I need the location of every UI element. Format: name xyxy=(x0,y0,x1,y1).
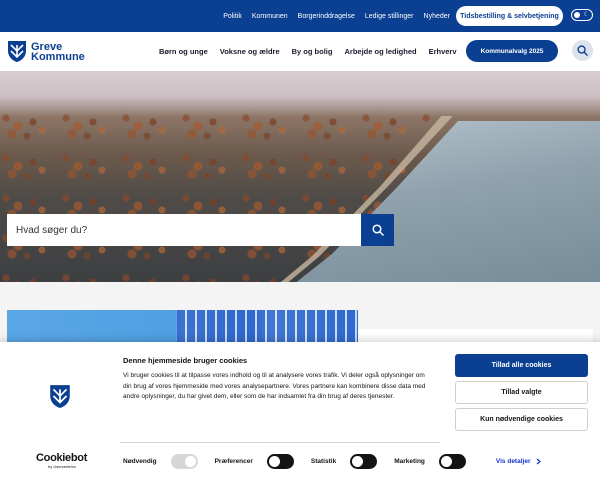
toggle-knob xyxy=(352,455,364,467)
nav-item-voksne-og-aeldre[interactable]: Voksne og ældre xyxy=(220,47,280,56)
kommunalvalg-button[interactable]: Kommunalvalg 2025 xyxy=(466,40,558,62)
toggle-label-marketing: Marketing xyxy=(394,457,425,465)
nav-item-arbejde-og-ledighed[interactable]: Arbejde og ledighed xyxy=(344,47,416,56)
necessary-cookies-only-button[interactable]: Kun nødvendige cookies xyxy=(455,408,588,431)
cookiebot-wordmark: Cookiebot xyxy=(36,452,88,464)
main-nav: Børn og unge Voksne og ældre By og bolig… xyxy=(159,32,457,71)
nav-item-by-og-bolig[interactable]: By og bolig xyxy=(292,47,333,56)
logo-line-1: Greve xyxy=(31,40,63,53)
toggle-knob xyxy=(440,455,452,467)
moon-icon: ☾ xyxy=(583,12,589,18)
hero-banner xyxy=(0,71,600,282)
utility-bar: Politik Kommunen Borgerinddragelse Ledig… xyxy=(0,0,600,32)
cookie-category-toggles: Nødvendig Præferencer Statistik Marketin… xyxy=(123,453,542,469)
utility-link-borgerinddragelse[interactable]: Borgerinddragelse xyxy=(298,13,355,20)
hero-search-submit-button[interactable] xyxy=(361,214,394,246)
toggle-label-necessary: Nødvendig xyxy=(123,457,157,465)
cookie-description: Vi bruger cookies til at tilpasse vores … xyxy=(123,372,426,400)
nav-item-erhverv[interactable]: Erhverv xyxy=(429,47,457,56)
allow-selected-cookies-button[interactable]: Tillad valgte xyxy=(455,381,588,404)
hero-search-field xyxy=(7,214,361,246)
logo-wordmark: Greve Kommune xyxy=(31,40,85,63)
utility-links: Politik Kommunen Borgerinddragelse Ledig… xyxy=(223,0,450,32)
cookie-title: Denne hjemmeside bruger cookies xyxy=(123,356,248,365)
toggle-knob xyxy=(268,455,280,467)
show-details-label: Vis detaljer xyxy=(495,457,531,465)
self-service-button[interactable]: Tidsbestilling & selvbetjening xyxy=(456,6,563,26)
cookie-divider xyxy=(120,442,440,443)
search-icon xyxy=(577,45,588,56)
search-icon xyxy=(371,224,384,236)
utility-link-nyheder[interactable]: Nyheder xyxy=(424,13,450,20)
cookiebot-logo: Cookiebot by Usercentrics xyxy=(36,452,88,470)
necessary-toggle xyxy=(170,453,198,469)
nav-item-born-og-unge[interactable]: Børn og unge xyxy=(159,47,208,56)
preferences-toggle[interactable] xyxy=(266,453,294,469)
main-header: Greve Kommune Børn og unge Voksne og æld… xyxy=(0,32,600,71)
header-search-button[interactable] xyxy=(572,40,593,61)
toggle-knob xyxy=(574,12,580,18)
utility-link-kommunen[interactable]: Kommunen xyxy=(252,13,288,20)
toggle-knob xyxy=(184,455,196,467)
cookiebot-byline: by Usercentrics xyxy=(48,464,76,469)
site-logo[interactable]: Greve Kommune xyxy=(7,40,85,63)
allow-all-cookies-button[interactable]: Tillad alle cookies xyxy=(455,354,588,377)
toggle-label-preferences: Præferencer xyxy=(214,457,253,465)
hero-search-input[interactable] xyxy=(16,224,361,236)
toggle-label-statistics: Statistik xyxy=(310,457,337,465)
dark-mode-toggle[interactable]: ☾ xyxy=(571,9,593,21)
statistics-toggle[interactable] xyxy=(350,453,378,469)
show-details-link[interactable]: Vis detaljer xyxy=(496,458,542,465)
utility-link-ledige-stillinger[interactable]: Ledige stillinger xyxy=(365,13,414,20)
marketing-toggle[interactable] xyxy=(438,453,466,469)
utility-link-politik[interactable]: Politik xyxy=(223,13,242,20)
logo-line-2: Kommune xyxy=(31,50,85,63)
cookie-consent-banner: Denne hjemmeside bruger cookies Vi bruge… xyxy=(0,342,600,480)
greve-shield-icon xyxy=(50,385,70,408)
chevron-right-icon xyxy=(537,458,542,464)
greve-shield-icon xyxy=(8,41,26,62)
